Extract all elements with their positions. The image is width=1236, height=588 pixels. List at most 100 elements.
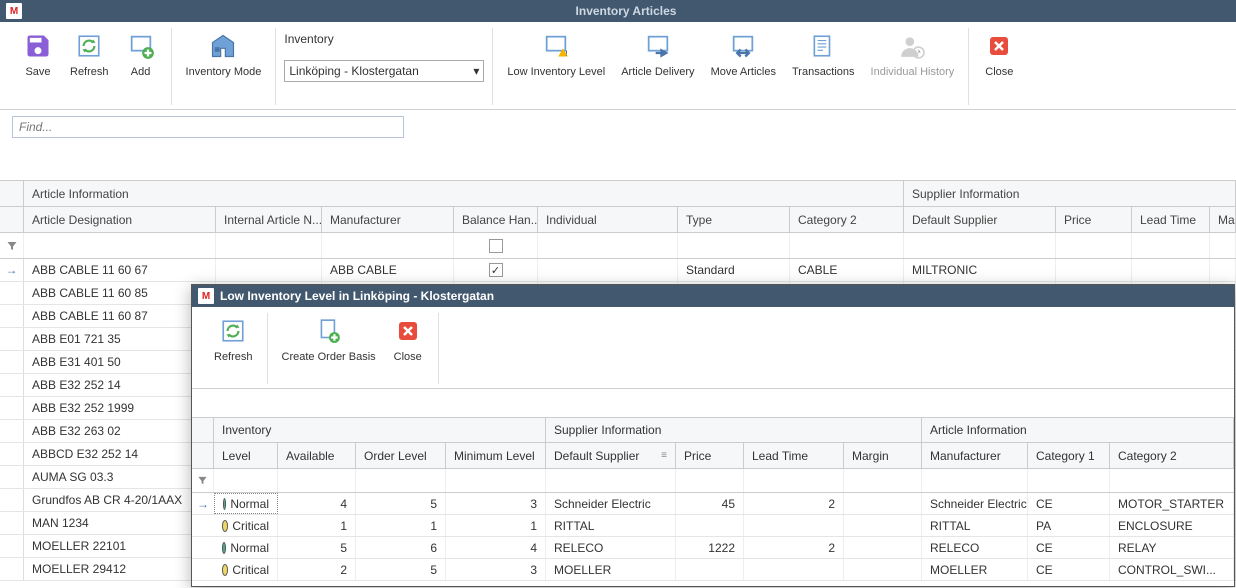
cell-level: Critical xyxy=(214,559,278,580)
svg-text:!: ! xyxy=(566,50,568,57)
popup-close-button[interactable]: Close xyxy=(386,313,430,384)
col-type[interactable]: Type xyxy=(678,207,790,232)
sort-indicator-icon: ≡ xyxy=(661,450,667,461)
popup-col-order-level[interactable]: Order Level xyxy=(356,443,446,468)
row-selector xyxy=(0,558,24,580)
low-inventory-icon: ! xyxy=(540,30,572,62)
article-delivery-button[interactable]: Article Delivery xyxy=(615,28,700,105)
popup-col-lead-time[interactable]: Lead Time xyxy=(744,443,844,468)
cell-article: ABBCD E32 252 14 xyxy=(24,443,216,465)
close-icon xyxy=(392,315,424,347)
cell-article: ABB E32 263 02 xyxy=(24,420,216,442)
refresh-icon xyxy=(217,315,249,347)
cell-level: Normal xyxy=(214,537,278,558)
article-delivery-icon xyxy=(642,30,674,62)
close-icon xyxy=(983,30,1015,62)
popup-title: Low Inventory Level in Linköping - Klost… xyxy=(220,289,494,303)
table-row[interactable]: →Normal453Schneider Electric452Schneider… xyxy=(192,493,1234,515)
refresh-button[interactable]: Refresh xyxy=(64,28,115,105)
col-lead-time[interactable]: Lead Time xyxy=(1132,207,1210,232)
popup-col-level[interactable]: Level xyxy=(214,443,278,468)
popup-col-available[interactable]: Available xyxy=(278,443,356,468)
filter-row xyxy=(0,233,1236,259)
cell-article: ABB CABLE 11 60 85 xyxy=(24,282,216,304)
create-order-basis-button[interactable]: Create Order Basis xyxy=(276,313,382,384)
col-price[interactable]: Price xyxy=(1056,207,1132,232)
popup-refresh-button[interactable]: Refresh xyxy=(208,313,259,384)
app-logo-icon: M xyxy=(6,3,22,19)
balance-filter-checkbox[interactable] xyxy=(489,239,503,253)
move-articles-button[interactable]: Move Articles xyxy=(705,28,782,105)
transactions-icon xyxy=(807,30,839,62)
find-bar xyxy=(0,110,1236,144)
chevron-down-icon: ▾ xyxy=(473,64,479,78)
popup-col-margin[interactable]: Margin xyxy=(844,443,922,468)
popup-title-bar: M Low Inventory Level in Linköping - Klo… xyxy=(192,285,1234,307)
popup-col-price[interactable]: Price xyxy=(676,443,744,468)
popup-col-default-supplier[interactable]: Default Supplier≡ xyxy=(546,443,676,468)
col-balance-handling[interactable]: Balance Han... xyxy=(454,207,538,232)
cell-article: ABB CABLE 11 60 87 xyxy=(24,305,216,327)
col-default-supplier[interactable]: Default Supplier xyxy=(904,207,1056,232)
low-inventory-popup: M Low Inventory Level in Linköping - Klo… xyxy=(191,284,1235,587)
group-supplier-info[interactable]: Supplier Information xyxy=(904,181,1236,206)
find-input[interactable] xyxy=(12,116,404,138)
row-selector xyxy=(0,351,24,373)
cell-article: ABB E32 252 14 xyxy=(24,374,216,396)
cell-article: ABB E31 401 50 xyxy=(24,351,216,373)
row-selector xyxy=(0,282,24,304)
filter-funnel-icon[interactable] xyxy=(192,469,214,492)
col-manufacturer[interactable]: Manufacturer xyxy=(322,207,454,232)
row-selector xyxy=(0,328,24,350)
row-selector xyxy=(192,515,214,536)
popup-col-category2[interactable]: Category 2 xyxy=(1110,443,1234,468)
window-title: Inventory Articles xyxy=(576,4,677,18)
popup-group-article[interactable]: Article Information xyxy=(922,418,1234,442)
table-row[interactable]: →ABB CABLE 11 60 67ABB CABLE✓StandardCAB… xyxy=(0,259,1236,282)
popup-col-category1[interactable]: Category 1 xyxy=(1028,443,1110,468)
popup-group-header: Inventory Supplier Information Article I… xyxy=(192,417,1234,443)
move-articles-icon xyxy=(727,30,759,62)
group-article-info[interactable]: Article Information xyxy=(24,181,904,206)
cell-level: Normal xyxy=(214,493,278,514)
table-row[interactable]: Critical253MOELLERMOELLERCECONTROL_SWI..… xyxy=(192,559,1234,581)
save-button[interactable]: Save xyxy=(16,28,60,105)
popup-col-manufacturer[interactable]: Manufacturer xyxy=(922,443,1028,468)
close-button[interactable]: Close xyxy=(977,28,1021,105)
col-margin[interactable]: Marg xyxy=(1210,207,1236,232)
table-row[interactable]: Critical111RITTALRITTALPAENCLOSURE xyxy=(192,515,1234,537)
table-row[interactable]: Normal564RELECO12222RELECOCERELAY xyxy=(192,537,1234,559)
app-logo-icon: M xyxy=(198,288,214,304)
popup-col-header: Level Available Order Level Minimum Leve… xyxy=(192,443,1234,469)
col-individual[interactable]: Individual xyxy=(538,207,678,232)
individual-history-icon xyxy=(896,30,928,62)
transactions-button[interactable]: Transactions xyxy=(786,28,861,105)
col-internal-article[interactable]: Internal Article N... xyxy=(216,207,322,232)
col-article-designation[interactable]: Article Designation xyxy=(24,207,216,232)
save-icon xyxy=(22,30,54,62)
inventory-mode-button[interactable]: Inventory Mode xyxy=(180,28,268,105)
cell-article: MOELLER 22101 xyxy=(24,535,216,557)
row-selector xyxy=(0,420,24,442)
cell-article: ABB E01 721 35 xyxy=(24,328,216,350)
row-selector xyxy=(0,489,24,511)
add-button[interactable]: Add xyxy=(119,28,163,105)
cell-level: Critical xyxy=(214,515,278,536)
inventory-select[interactable]: Linköping - Klostergatan ▾ xyxy=(284,60,484,82)
popup-col-min-level[interactable]: Minimum Level xyxy=(446,443,546,468)
row-selector xyxy=(0,397,24,419)
refresh-icon xyxy=(73,30,105,62)
row-selector xyxy=(0,443,24,465)
inventory-label: Inventory xyxy=(284,32,484,46)
column-header-row: Article Designation Internal Article N..… xyxy=(0,207,1236,233)
row-selector xyxy=(0,535,24,557)
popup-group-supplier[interactable]: Supplier Information xyxy=(546,418,922,442)
inventory-mode-icon xyxy=(207,30,239,62)
col-category2[interactable]: Category 2 xyxy=(790,207,904,232)
row-selector xyxy=(192,537,214,558)
filter-funnel-icon[interactable] xyxy=(0,233,24,258)
low-inventory-button[interactable]: ! Low Inventory Level xyxy=(501,28,611,105)
individual-history-button: Individual History xyxy=(865,28,961,105)
popup-group-inventory[interactable]: Inventory xyxy=(214,418,546,442)
row-selector xyxy=(0,466,24,488)
